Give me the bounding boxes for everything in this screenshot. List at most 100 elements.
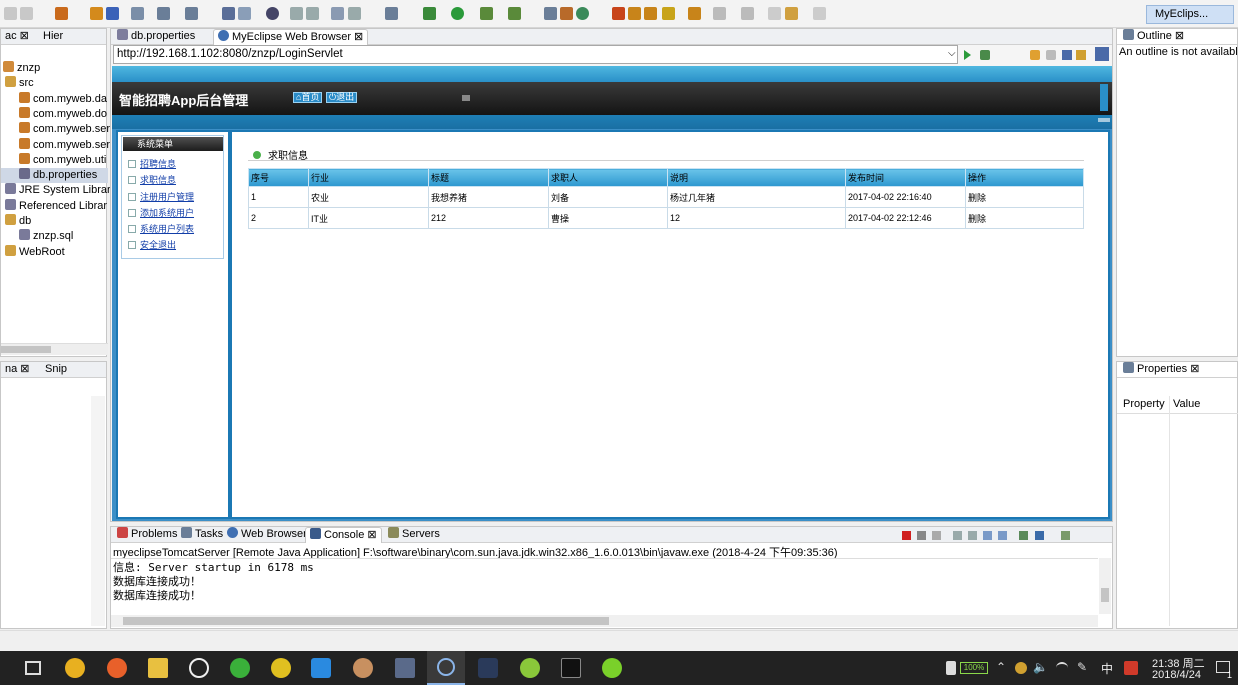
tree-item[interactable]: Referenced Librar	[1, 198, 107, 214]
tree-item[interactable]: com.myweb.uti	[1, 152, 106, 168]
tab-package-explorer[interactable]: ac ⊠	[1, 29, 33, 45]
menu-item-applications[interactable]: 求职信息	[128, 173, 176, 186]
tree-item[interactable]: com.myweb.da	[1, 91, 107, 107]
search-icon[interactable]	[688, 7, 701, 20]
terminal-icon[interactable]	[385, 7, 398, 20]
url-input[interactable]: http://192.168.1.102:8080/znzp/LoginServ…	[113, 45, 958, 64]
tree-item[interactable]: src	[1, 76, 34, 91]
menu-item-jobs[interactable]: 招聘信息	[128, 157, 176, 170]
tree-item[interactable]: com.myweb.ser	[1, 137, 110, 153]
battery-indicator[interactable]: 100%	[960, 662, 988, 674]
tree-item[interactable]: znzp	[1, 61, 40, 76]
coverage-icon[interactable]	[480, 7, 493, 20]
run-icon[interactable]	[451, 7, 464, 20]
hibernate-icon[interactable]	[644, 7, 657, 20]
chevron-up-icon[interactable]: ⌃	[996, 660, 1006, 674]
tree-item[interactable]: db	[1, 214, 31, 229]
globe-icon[interactable]	[266, 7, 279, 20]
display-console-icon[interactable]	[1035, 531, 1044, 540]
menu-item-safe-logout[interactable]: 安全退出	[128, 238, 176, 251]
snippets-scrollbar[interactable]	[91, 396, 105, 626]
link-icon[interactable]	[290, 7, 303, 20]
tree-item[interactable]: znzp.sql	[1, 229, 73, 244]
firefox-icon[interactable]	[107, 658, 127, 678]
show-stdout-icon[interactable]	[998, 531, 1007, 540]
debug-page-icon[interactable]	[980, 50, 990, 60]
web-service-icon[interactable]	[612, 7, 625, 20]
pin-console-icon[interactable]	[1019, 531, 1028, 540]
word-wrap-icon[interactable]	[983, 531, 992, 540]
tree-item[interactable]: db.properties	[1, 168, 108, 184]
tab-tasks[interactable]: Tasks	[177, 527, 227, 543]
refresh-page-icon[interactable]	[1076, 50, 1086, 60]
unlink-icon[interactable]	[306, 7, 319, 20]
tree-item[interactable]: com.myweb.do	[1, 106, 107, 122]
tab-hierarchy[interactable]: Hier	[39, 29, 67, 45]
shield-icon[interactable]	[946, 661, 956, 675]
volume-icon[interactable]: 🔈	[1033, 660, 1048, 674]
run-server-icon[interactable]	[157, 7, 170, 20]
external-tools-icon[interactable]	[508, 7, 521, 20]
wechat-icon[interactable]	[230, 658, 250, 678]
myeclipse-task[interactable]	[427, 651, 465, 685]
tree-item[interactable]: WebRoot	[1, 244, 65, 260]
stop-server-icon[interactable]	[185, 7, 198, 20]
package-icon[interactable]	[90, 7, 103, 20]
back-page-icon[interactable]	[1030, 50, 1040, 60]
wifi-icon[interactable]	[1056, 662, 1068, 674]
next-annotation-icon[interactable]	[713, 7, 726, 20]
tab-web-browser[interactable]: MyEclipse Web Browser ⊠	[213, 29, 369, 45]
ui-app-icon[interactable]	[520, 658, 540, 678]
prev-annotation-icon[interactable]	[741, 7, 754, 20]
go-icon[interactable]	[964, 50, 971, 60]
menu-item-add-system-user[interactable]: 添加系统用户	[128, 206, 194, 219]
teamviewer-icon[interactable]	[311, 658, 331, 678]
tree-item[interactable]: JRE System Library	[1, 183, 116, 198]
file-explorer-icon[interactable]	[148, 658, 168, 678]
spring-icon[interactable]	[662, 7, 675, 20]
task-view-icon[interactable]	[25, 661, 41, 675]
clock-date[interactable]: 2018/4/24	[1152, 669, 1201, 681]
qq-icon[interactable]	[189, 658, 209, 678]
tab-servers[interactable]: Servers	[384, 527, 444, 543]
fox-app-icon[interactable]	[478, 658, 498, 678]
remove-all-icon[interactable]	[932, 531, 941, 540]
tab-outline[interactable]: Outline ⊠	[1119, 29, 1188, 45]
delete-link[interactable]: 删除	[965, 207, 1084, 229]
deploy-icon[interactable]	[106, 7, 119, 20]
home-nav-button[interactable]: ⌂首页	[293, 92, 323, 103]
remote-desktop-icon[interactable]	[395, 658, 415, 678]
new-class-icon[interactable]	[576, 7, 589, 20]
forward-icon[interactable]	[813, 7, 826, 20]
forward-page-icon[interactable]	[1046, 50, 1056, 60]
last-edit-icon[interactable]	[768, 7, 781, 20]
cmd-icon[interactable]	[561, 658, 581, 678]
remove-launch-icon[interactable]	[917, 531, 926, 540]
terminate-icon[interactable]	[902, 531, 911, 540]
tab-db-properties[interactable]: db.properties	[113, 29, 199, 45]
tab-properties[interactable]: Properties ⊠	[1119, 362, 1203, 378]
console-vscrollbar[interactable]	[1099, 558, 1111, 614]
tree-hscrollbar[interactable]	[1, 343, 108, 355]
clear-console-icon[interactable]	[953, 531, 962, 540]
open-project-icon[interactable]	[55, 7, 68, 20]
scroll-lock-icon[interactable]	[968, 531, 977, 540]
avatar-app-icon[interactable]	[353, 658, 373, 678]
new-package-icon[interactable]	[560, 7, 573, 20]
tab-navigator[interactable]: na ⊠	[1, 362, 34, 378]
app-icon[interactable]	[271, 658, 291, 678]
save-icon[interactable]	[20, 7, 33, 20]
sogou-icon[interactable]	[1124, 661, 1138, 675]
perspective-button[interactable]: MyEclips...	[1146, 5, 1234, 24]
green-app-icon[interactable]	[602, 658, 622, 678]
open-console-icon[interactable]	[1061, 531, 1070, 540]
tab-snippets[interactable]: Snip	[41, 362, 71, 378]
console-hscrollbar[interactable]	[111, 615, 1098, 627]
new-icon[interactable]	[4, 7, 17, 20]
tree-item[interactable]: com.myweb.ser	[1, 122, 110, 137]
tab-problems[interactable]: Problems	[113, 527, 181, 543]
ime-indicator[interactable]: 中	[1101, 660, 1113, 677]
pen-icon[interactable]: ✎	[1077, 660, 1087, 674]
stop-page-icon[interactable]	[1062, 50, 1072, 60]
print-icon[interactable]	[348, 7, 361, 20]
